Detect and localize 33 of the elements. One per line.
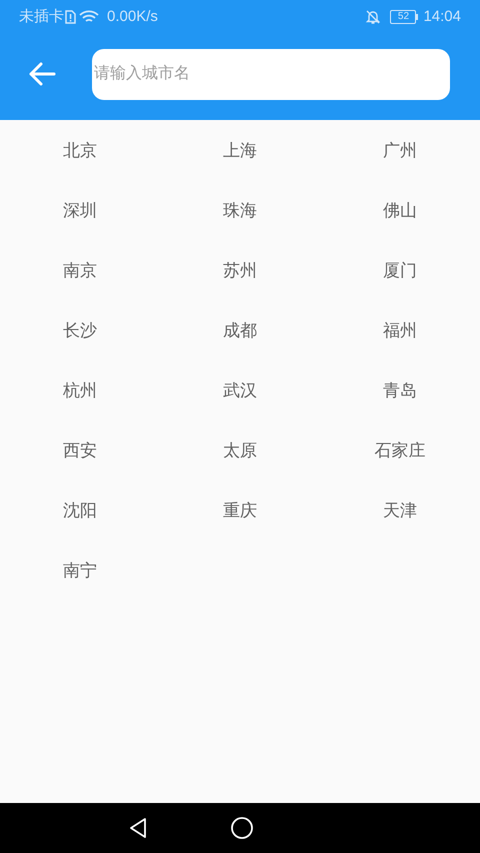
city-item[interactable]: 太原 bbox=[223, 438, 257, 464]
city-item[interactable]: 长沙 bbox=[63, 318, 97, 344]
back-arrow-icon bbox=[28, 62, 56, 86]
city-item[interactable]: 重庆 bbox=[223, 498, 257, 524]
carrier-text: 未插卡 bbox=[19, 6, 64, 27]
city-item[interactable]: 珠海 bbox=[223, 198, 257, 224]
battery-icon: 52 bbox=[390, 10, 418, 24]
sim-alert-icon bbox=[65, 10, 76, 24]
city-item[interactable]: 福州 bbox=[383, 318, 417, 344]
bell-muted-icon bbox=[365, 9, 382, 25]
city-item[interactable]: 佛山 bbox=[383, 198, 417, 224]
network-speed-text: 0.00K/s bbox=[107, 6, 158, 27]
city-item[interactable]: 南宁 bbox=[63, 558, 97, 584]
home-nav-icon[interactable] bbox=[230, 816, 254, 840]
city-item[interactable]: 天津 bbox=[383, 498, 417, 524]
city-item[interactable]: 武汉 bbox=[223, 378, 257, 404]
city-item[interactable]: 厦门 bbox=[383, 258, 417, 284]
city-item[interactable]: 杭州 bbox=[63, 378, 97, 404]
search-field[interactable]: 请输入城市名 bbox=[92, 48, 450, 100]
city-item[interactable]: 广州 bbox=[383, 138, 417, 164]
city-item[interactable]: 成都 bbox=[223, 318, 257, 344]
city-item[interactable]: 沈阳 bbox=[63, 498, 97, 524]
city-item[interactable]: 北京 bbox=[63, 138, 97, 164]
city-item[interactable]: 上海 bbox=[223, 138, 257, 164]
back-nav-icon[interactable] bbox=[128, 817, 148, 839]
city-item[interactable]: 石家庄 bbox=[374, 438, 426, 464]
city-item[interactable]: 南京 bbox=[63, 258, 97, 284]
city-item[interactable]: 深圳 bbox=[63, 198, 97, 224]
city-item[interactable]: 青岛 bbox=[383, 378, 417, 404]
clock-text: 14:04 bbox=[423, 6, 461, 27]
city-item[interactable]: 西安 bbox=[63, 438, 97, 464]
wifi-icon bbox=[79, 10, 99, 24]
city-item[interactable]: 苏州 bbox=[223, 258, 257, 284]
